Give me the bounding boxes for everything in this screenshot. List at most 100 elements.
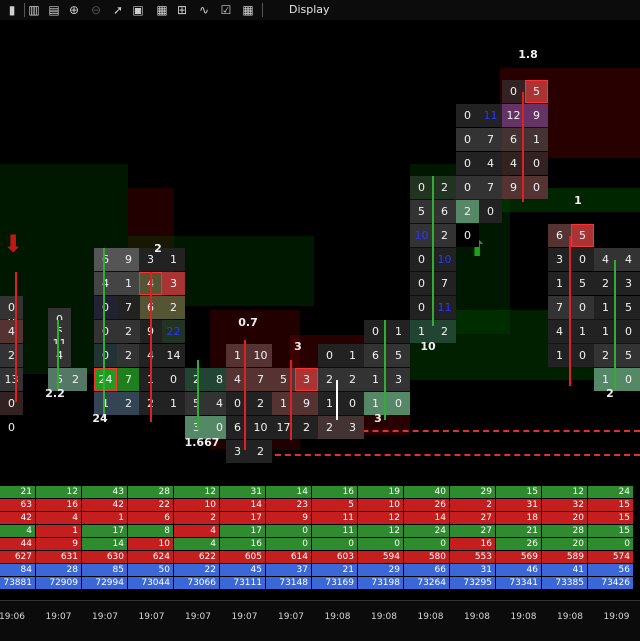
footprint-cell: 5 bbox=[387, 344, 410, 367]
notes-icon[interactable]: ▣ bbox=[130, 2, 146, 18]
table-icon[interactable]: ▦ bbox=[240, 2, 256, 18]
footprint-cell: 11 bbox=[479, 104, 502, 127]
toolbar-separator bbox=[262, 3, 263, 17]
stat-cell: 31 bbox=[496, 499, 542, 511]
footprint-cell: 0 bbox=[410, 248, 433, 271]
stat-cell: 15 bbox=[588, 499, 634, 511]
stat-cell: 4 bbox=[36, 512, 82, 524]
stat-cell: 0 bbox=[588, 538, 634, 550]
stat-cell: 31 bbox=[220, 486, 266, 498]
stat-cell: 4 bbox=[174, 525, 220, 537]
toolbar: ▮ ▥ ▤ ⊕ ⊖ ➚ ▣ ▦ ⊞ ∿ ☑ ▦ Display bbox=[0, 0, 640, 21]
footprint-cell: 0 bbox=[318, 344, 341, 367]
delta-bar bbox=[522, 92, 524, 202]
footprint-cell: 2 bbox=[249, 440, 272, 463]
footprint-cell: 4 bbox=[617, 248, 640, 271]
time-label: 19:07 bbox=[92, 612, 118, 622]
bar-total-label: 0.7 bbox=[238, 316, 258, 329]
display-menu[interactable]: Display bbox=[289, 3, 330, 16]
stat-cell: 16 bbox=[450, 538, 496, 550]
stat-cell: 569 bbox=[496, 551, 542, 563]
footprint-cell: 7 bbox=[117, 296, 140, 319]
stat-cell: 73148 bbox=[266, 577, 312, 589]
delta-bar bbox=[432, 176, 434, 326]
delta-bar bbox=[290, 360, 292, 440]
stat-cell: 44 bbox=[0, 538, 36, 550]
drawing-tool-icon[interactable]: ∿ bbox=[196, 2, 212, 18]
stat-cell: 42 bbox=[0, 512, 36, 524]
footprint-cell: 0 bbox=[410, 272, 433, 295]
stat-cell: 594 bbox=[358, 551, 404, 563]
stat-cell: 614 bbox=[266, 551, 312, 563]
footprint-cell: 2 bbox=[117, 392, 140, 415]
grid-icon[interactable]: ⊞ bbox=[174, 2, 190, 18]
stat-cell: 14 bbox=[220, 499, 266, 511]
statistics-panel: 21 12 43 28 12 31 14 16 19 40 29 15 12 24 63 16 42 22 10 14… bbox=[0, 486, 640, 589]
footprint-cell: 5 bbox=[617, 344, 640, 367]
zoom-in-icon[interactable]: ⊕ bbox=[66, 2, 82, 18]
template-icon[interactable]: ▦ bbox=[154, 2, 170, 18]
stat-cell: 12 bbox=[174, 486, 220, 498]
zoom-out-icon[interactable]: ⊖ bbox=[88, 2, 104, 18]
footprint-cell: 0 bbox=[94, 344, 117, 367]
stat-cell: 26 bbox=[404, 499, 450, 511]
footprint-cell: 0 bbox=[94, 296, 117, 319]
stat-cell: 21 bbox=[0, 486, 36, 498]
stat-cell: 0 bbox=[266, 525, 312, 537]
stat-cell: 11 bbox=[312, 512, 358, 524]
stat-row: 627 631 630 624 622 605 614 603 594 580 553 569 589 5… bbox=[0, 551, 640, 563]
histogram-icon[interactable]: ▤ bbox=[46, 2, 62, 18]
stat-cell: 15 bbox=[496, 486, 542, 498]
stat-cell: 2 bbox=[174, 512, 220, 524]
stat-cell: 603 bbox=[312, 551, 358, 563]
checklist-icon[interactable]: ☑ bbox=[218, 2, 234, 18]
bar-total-label: 10 bbox=[420, 340, 436, 353]
footprint-cell: 7 bbox=[479, 176, 502, 199]
footprint-cell: 0 bbox=[571, 344, 594, 367]
bar-total-label: 1 bbox=[574, 194, 582, 207]
footprint-chart[interactable]: ⬇ ⬆ 693141436207922020241424710122101051… bbox=[0, 20, 640, 484]
bar-chart-icon[interactable]: ▮ bbox=[4, 2, 20, 18]
stat-row: 21 12 43 28 12 31 14 16 19 40 29 15 12 24 bbox=[0, 486, 640, 498]
stat-cell: 624 bbox=[128, 551, 174, 563]
pointer-icon[interactable]: ➚ bbox=[110, 2, 126, 18]
footprint-cell: 0 bbox=[162, 368, 185, 391]
stat-cell: 9 bbox=[266, 512, 312, 524]
stat-cell: 0 bbox=[404, 538, 450, 550]
stat-cell: 12 bbox=[542, 486, 588, 498]
stat-cell: 10 bbox=[174, 499, 220, 511]
stat-cell: 72994 bbox=[82, 577, 128, 589]
stat-cell: 26 bbox=[496, 538, 542, 550]
footprint-cell: 2 bbox=[0, 344, 23, 367]
footprint-cell: 3 bbox=[162, 272, 185, 295]
stat-cell: 10 bbox=[128, 538, 174, 550]
stat-cell: 12 bbox=[358, 525, 404, 537]
footprint-cell: 3 bbox=[617, 272, 640, 295]
stat-cell: 16 bbox=[312, 486, 358, 498]
footprint-cell: 0 bbox=[571, 296, 594, 319]
footprint-cell: 2 bbox=[433, 320, 456, 343]
footprint-cell: 1 bbox=[548, 272, 571, 295]
stat-cell: 45 bbox=[220, 564, 266, 576]
stat-cell: 40 bbox=[404, 486, 450, 498]
poc-box bbox=[525, 80, 548, 103]
footprint-cell: 0 bbox=[571, 248, 594, 271]
delta-bar bbox=[57, 320, 59, 390]
footprint-cell: 0 bbox=[0, 416, 23, 439]
stat-cell: 6 bbox=[128, 512, 174, 524]
footprint-cell: 4 bbox=[548, 320, 571, 343]
stat-cell: 17 bbox=[82, 525, 128, 537]
footprint-cell: 0 bbox=[617, 320, 640, 343]
stat-cell: 580 bbox=[404, 551, 450, 563]
level-line bbox=[245, 454, 640, 456]
bar-chart-icon[interactable]: ▥ bbox=[26, 2, 42, 18]
poc-box bbox=[94, 368, 117, 391]
footprint-cell: 7 bbox=[249, 368, 272, 391]
stat-cell: 5 bbox=[312, 499, 358, 511]
footprint-cell: 11 bbox=[433, 296, 456, 319]
time-label: 19:07 bbox=[185, 612, 211, 622]
footprint-cell: 2 bbox=[117, 344, 140, 367]
stat-cell: 574 bbox=[588, 551, 634, 563]
footprint-cell: 1 bbox=[571, 320, 594, 343]
stat-cell: 73044 bbox=[128, 577, 174, 589]
